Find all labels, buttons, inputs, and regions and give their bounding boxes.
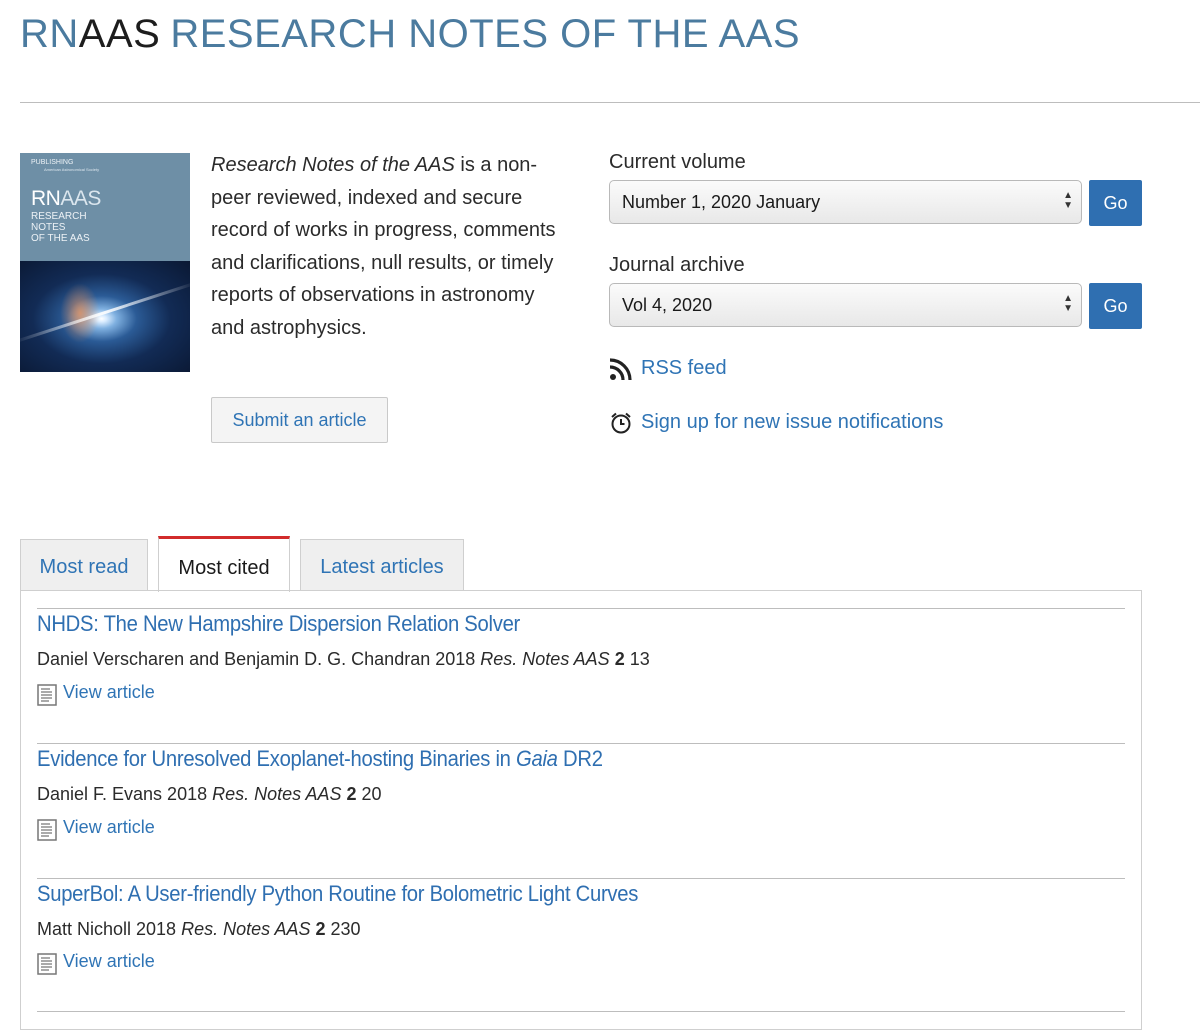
article-title-link[interactable]: NHDS: The New Hampshire Dispersion Relat…	[37, 611, 520, 637]
article-divider	[37, 743, 1125, 744]
journal-archive-value: Vol 4, 2020	[622, 295, 713, 315]
article-page: 13	[629, 649, 650, 669]
journal-archive-label: Journal archive	[609, 254, 745, 276]
document-icon	[37, 684, 57, 711]
cover-burst	[60, 283, 100, 343]
issue-notifications-label: Sign up for new issue notifications	[641, 411, 944, 433]
cover-title-aas: AAS	[60, 187, 101, 210]
article-volume: 2	[315, 919, 326, 939]
article-page: 230	[330, 919, 361, 939]
article-journal: Res. Notes AAS	[181, 919, 311, 939]
article-title-text: DR2	[557, 746, 603, 771]
article-authors: Daniel Verscharen and Benjamin D. G. Cha…	[37, 649, 481, 669]
rss-icon	[609, 357, 633, 387]
tab-latest-articles[interactable]: Latest articles	[300, 539, 464, 591]
cover-subtitle-line: RESEARCH	[31, 211, 87, 222]
site-brand[interactable]: RNAAS RESEARCH NOTES OF THE AAS	[20, 10, 800, 58]
journal-cover-image: PUBLISHING American Astronomical Society…	[20, 153, 190, 372]
select-arrows-icon: ▲ ▼	[1063, 293, 1073, 314]
view-article-label: View article	[63, 682, 155, 702]
current-volume-label: Current volume	[609, 151, 746, 173]
article-page: 20	[361, 784, 382, 804]
article-divider	[37, 1011, 1125, 1012]
cover-subtitle: RESEARCH NOTES OF THE AAS	[31, 211, 90, 244]
brand-full-name: RESEARCH NOTES OF THE AAS	[170, 12, 800, 56]
journal-description: Research Notes of the AAS is a non-peer …	[211, 149, 556, 344]
view-article-label: View article	[63, 817, 155, 837]
cover-space-image	[20, 261, 190, 372]
article-title-link[interactable]: SuperBol: A User-friendly Python Routine…	[37, 881, 638, 907]
cover-title-rn: RN	[31, 187, 61, 210]
article-journal: Res. Notes AAS	[480, 649, 610, 669]
select-arrows-icon: ▲ ▼	[1063, 190, 1073, 211]
article-title-link[interactable]: Evidence for Unresolved Exoplanet-hostin…	[37, 746, 603, 772]
document-icon	[37, 819, 57, 846]
article-citation: Daniel Verscharen and Benjamin D. G. Cha…	[37, 649, 650, 670]
document-icon	[37, 953, 57, 980]
view-article-label: View article	[63, 951, 155, 971]
journal-archive-select[interactable]: Vol 4, 2020 ▲ ▼	[609, 283, 1082, 327]
tab-most-cited[interactable]: Most cited	[158, 536, 290, 592]
cover-publisher: PUBLISHING	[31, 159, 74, 166]
brand-rn: RN	[20, 12, 79, 56]
article-citation: Daniel F. Evans 2018 Res. Notes AAS 2 20	[37, 784, 382, 805]
journal-name: Research Notes of the AAS	[211, 154, 455, 176]
article-citation: Matt Nicholl 2018 Res. Notes AAS 2 230	[37, 919, 361, 940]
rss-feed-label: RSS feed	[641, 357, 727, 379]
article-volume: 2	[346, 784, 357, 804]
alarm-clock-icon	[609, 411, 633, 441]
article-divider	[37, 878, 1125, 879]
cover-subtitle-line: OF THE AAS	[31, 233, 90, 244]
current-volume-select[interactable]: Number 1, 2020 January ▲ ▼	[609, 180, 1082, 224]
tab-most-read[interactable]: Most read	[20, 539, 148, 591]
article-title-italic: Gaia	[516, 746, 558, 771]
article-title-text: Evidence for Unresolved Exoplanet-hostin…	[37, 746, 517, 771]
article-divider	[37, 608, 1125, 609]
description-text: is a non-peer reviewed, indexed and secu…	[211, 154, 556, 339]
current-volume-go-button[interactable]: Go	[1089, 180, 1142, 226]
cover-publisher-sub: American Astronomical Society	[44, 167, 100, 172]
article-volume: 2	[614, 649, 625, 669]
cover-subtitle-line: NOTES	[31, 222, 66, 233]
current-volume-value: Number 1, 2020 January	[622, 192, 821, 212]
article-authors: Daniel F. Evans 2018	[37, 784, 213, 804]
submit-article-button[interactable]: Submit an article	[211, 397, 388, 443]
header-divider	[20, 102, 1200, 103]
brand-aas: AAS	[78, 12, 161, 56]
article-authors: Matt Nicholl 2018	[37, 919, 182, 939]
journal-archive-go-button[interactable]: Go	[1089, 283, 1142, 329]
cover-title: RNAAS	[31, 187, 101, 211]
article-journal: Res. Notes AAS	[212, 784, 342, 804]
